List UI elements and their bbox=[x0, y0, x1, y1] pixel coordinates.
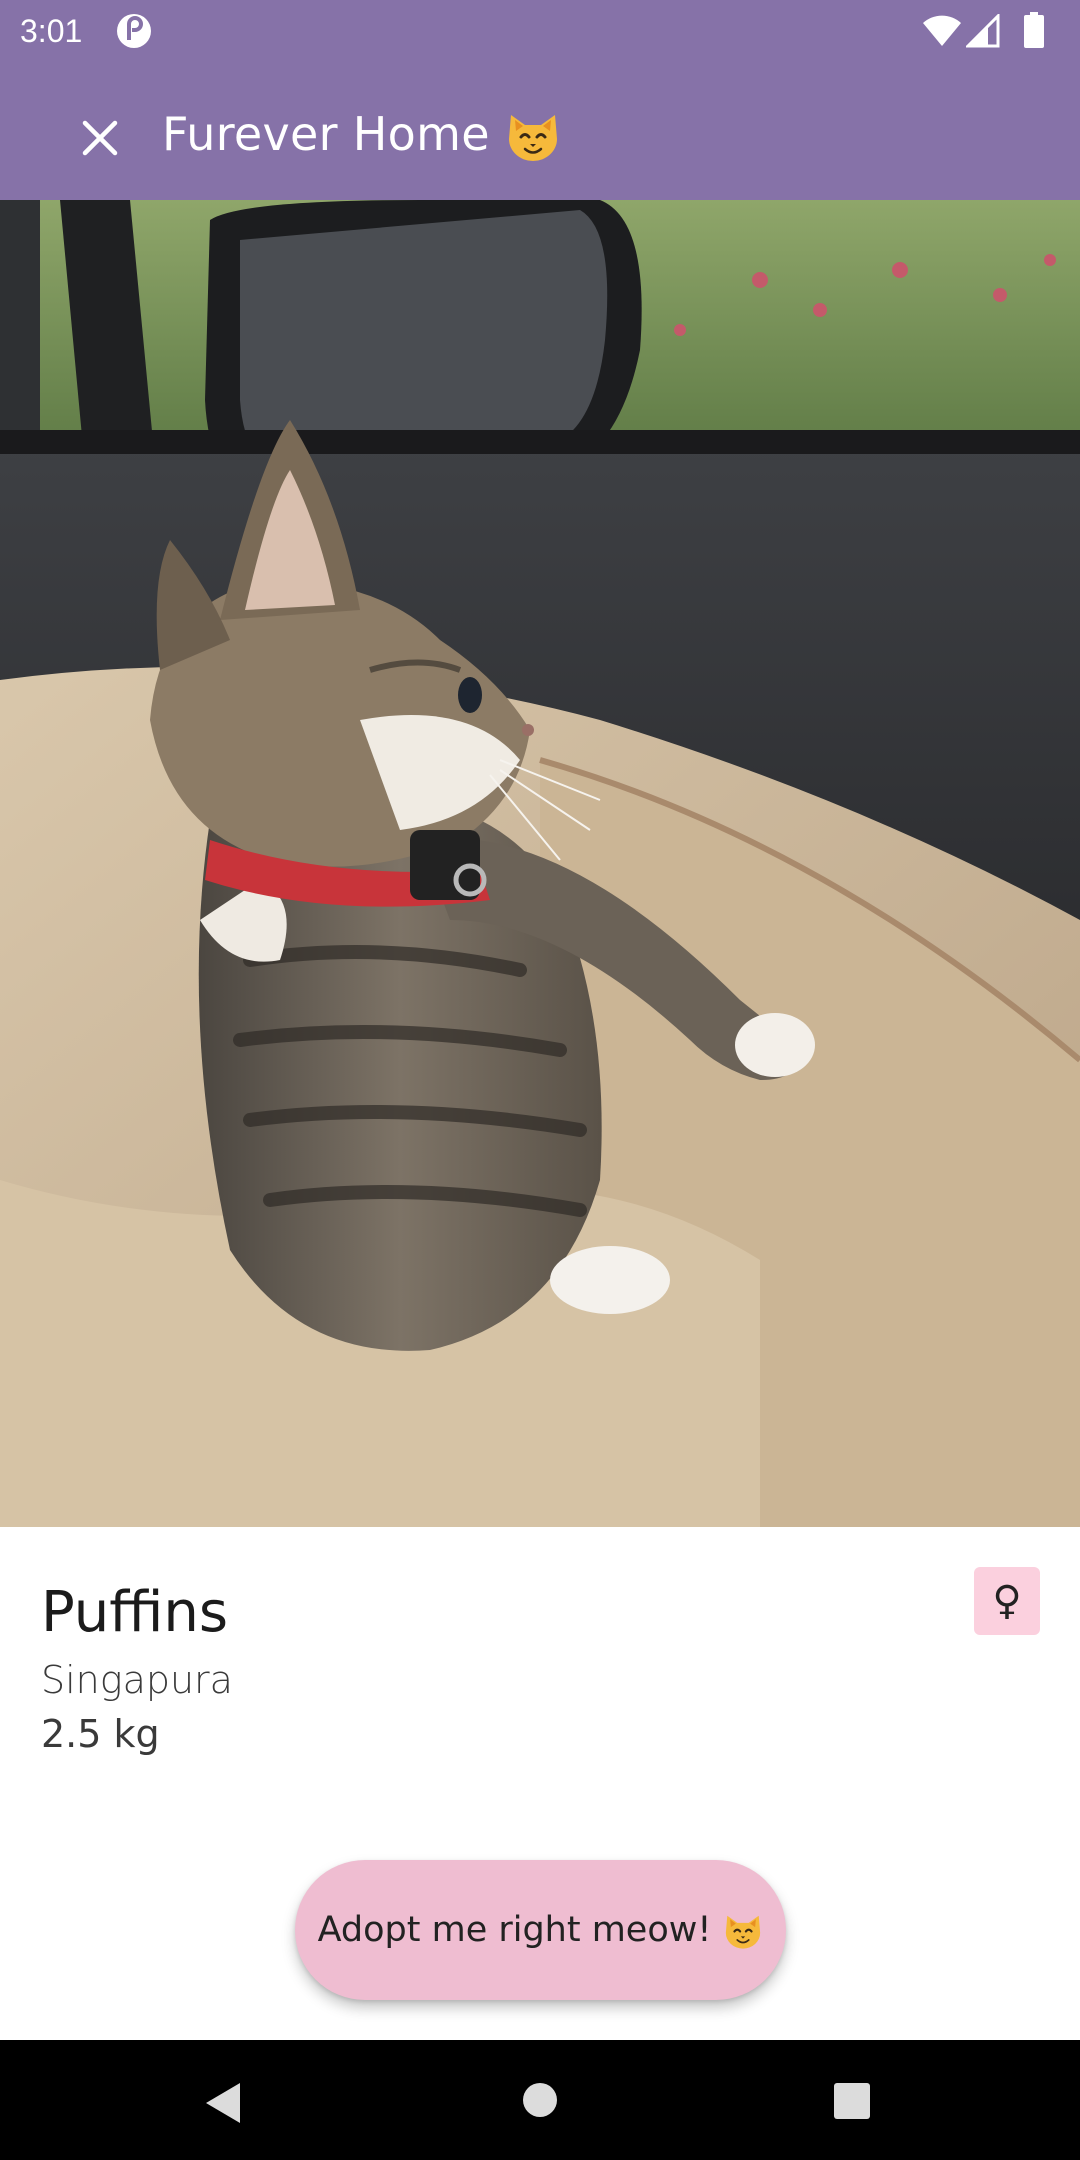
status-time: 3:01 bbox=[20, 13, 83, 49]
cat-face-emoji bbox=[726, 1915, 761, 1949]
wifi-icon bbox=[923, 15, 961, 46]
status-bar: 3:01 bbox=[0, 0, 1080, 62]
kitten-photo bbox=[0, 200, 1080, 1527]
kitten-illustration bbox=[0, 200, 1080, 1527]
app-title: Furever Home bbox=[162, 107, 490, 161]
adopt-button[interactable]: Adopt me right meow! bbox=[295, 1860, 786, 2000]
female-gender-badge: ♀ bbox=[974, 1567, 1040, 1635]
pet-breed: Singapura bbox=[41, 1658, 233, 1702]
close-button[interactable] bbox=[64, 102, 136, 174]
home-circle-icon[interactable] bbox=[522, 2082, 558, 2118]
pet-name: Puffins bbox=[41, 1580, 229, 1645]
cell-signal-icon bbox=[966, 14, 1000, 48]
pocket-casts-icon bbox=[117, 14, 151, 48]
recents-square-icon[interactable] bbox=[834, 2083, 870, 2119]
app-bar: Furever Home bbox=[0, 62, 1080, 200]
battery-icon bbox=[1024, 12, 1044, 48]
status-icons bbox=[922, 12, 1062, 50]
pet-weight: 2.5 kg bbox=[41, 1712, 160, 1756]
back-triangle-icon[interactable] bbox=[200, 2080, 246, 2126]
female-icon: ♀ bbox=[992, 1578, 1022, 1624]
close-icon bbox=[82, 120, 118, 156]
system-navigation-bar bbox=[0, 2040, 1080, 2160]
adopt-button-label: Adopt me right meow! bbox=[317, 1910, 712, 1950]
cat-face-emoji bbox=[509, 115, 557, 161]
